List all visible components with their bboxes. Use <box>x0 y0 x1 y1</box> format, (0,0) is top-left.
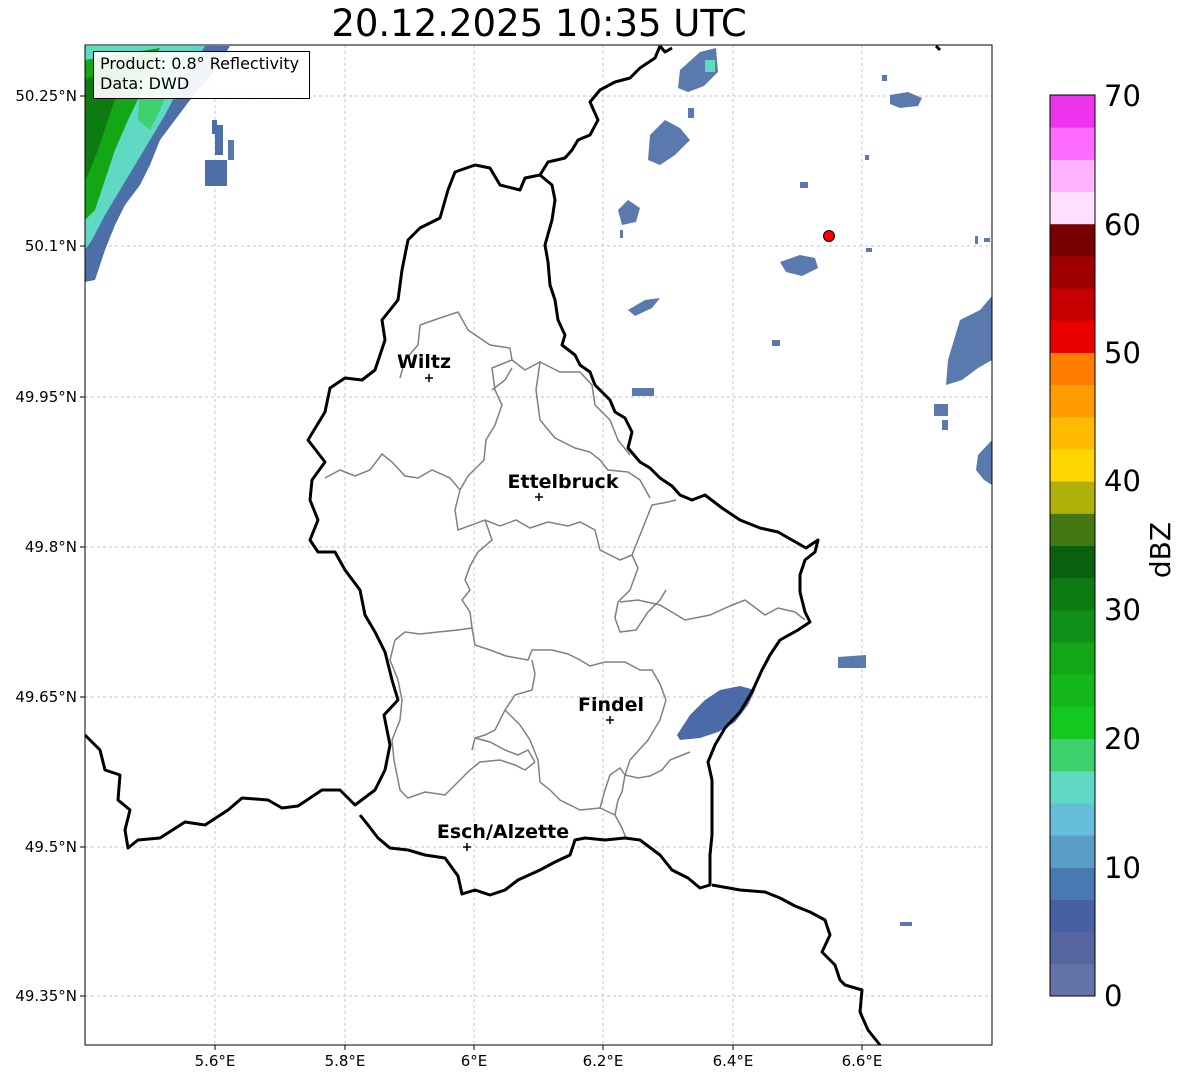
y-tick-label: 49.8°N <box>25 538 77 556</box>
colorbar-segment <box>1050 320 1095 353</box>
colorbar-segment <box>1050 899 1095 933</box>
y-axis: 50.25°N 50.1°N 49.95°N 49.8°N 49.65°N 49… <box>15 87 85 1005</box>
colorbar-segment <box>1050 963 1095 997</box>
colorbar-segment <box>1050 352 1095 386</box>
colorbar-segment <box>1050 448 1095 482</box>
colorbar-tick-label: 20 <box>1104 722 1141 756</box>
colorbar-segment <box>1050 802 1095 836</box>
colorbar-segment <box>1050 931 1095 965</box>
y-tick-label: 49.5°N <box>25 838 77 856</box>
colorbar-segment <box>1050 835 1095 868</box>
x-tick-label: 6.6°E <box>842 1052 883 1070</box>
x-tick-label: 6.2°E <box>583 1052 624 1070</box>
colorbar-segment <box>1050 384 1095 418</box>
plot-area <box>85 45 992 1045</box>
colorbar-tick-label: 30 <box>1104 593 1141 627</box>
colorbar-segment <box>1050 127 1095 160</box>
colorbar-tick-label: 70 <box>1104 79 1141 113</box>
colorbar-segment <box>1050 706 1095 740</box>
x-tick-label: 6°E <box>461 1052 488 1070</box>
colorbar-ticks: 0 10 20 30 40 50 60 70 <box>1104 79 1141 1013</box>
x-axis: 5.6°E 5.8°E 6°E 6.2°E 6.4°E 6.6°E <box>195 1045 883 1070</box>
radar-map: Wiltz Ettelbruck Findel Esch/Alzette 5.6… <box>15 44 1177 1070</box>
colorbar-segment <box>1050 513 1095 546</box>
y-tick-label: 49.65°N <box>15 688 77 706</box>
colorbar-segment <box>1050 481 1095 514</box>
colorbar-segment <box>1050 674 1095 707</box>
colorbar-segment <box>1050 95 1095 128</box>
x-tick-label: 5.6°E <box>195 1052 236 1070</box>
x-tick-label: 6.4°E <box>713 1052 754 1070</box>
colorbar-segment <box>1050 545 1095 579</box>
colorbar-segment <box>1050 416 1095 450</box>
colorbar-segment <box>1050 642 1095 675</box>
colorbar-segment <box>1050 255 1095 289</box>
city-label-esch-alzette: Esch/Alzette <box>437 821 569 843</box>
product-label: Product: 0.8° Reflectivity <box>100 54 300 73</box>
colorbar-segment <box>1050 770 1095 804</box>
x-tick-label: 5.8°E <box>325 1052 366 1070</box>
city-label-ettelbruck: Ettelbruck <box>508 471 619 493</box>
colorbar-segment <box>1050 867 1095 900</box>
y-tick-label: 49.95°N <box>15 388 77 406</box>
colorbar-tick-label: 60 <box>1104 208 1141 242</box>
colorbar-tick-label: 10 <box>1104 851 1141 885</box>
colorbar-segment <box>1050 288 1095 321</box>
colorbar-tick-label: 0 <box>1104 979 1122 1013</box>
colorbar-segment <box>1050 577 1095 611</box>
colorbar-segment <box>1050 738 1095 772</box>
colorbar-tick-label: 50 <box>1104 336 1141 370</box>
colorbar-segment <box>1050 609 1095 643</box>
colorbar-segment <box>1050 159 1095 193</box>
colorbar-segment <box>1050 223 1095 257</box>
y-tick-label: 50.25°N <box>15 87 77 105</box>
y-tick-label: 50.1°N <box>25 237 77 255</box>
colorbar <box>1050 95 1095 997</box>
city-label-findel: Findel <box>578 694 644 716</box>
city-label-wiltz: Wiltz <box>397 351 451 373</box>
colorbar-segment <box>1050 191 1095 225</box>
y-tick-label: 49.35°N <box>15 987 77 1005</box>
radar-site-marker <box>823 230 835 242</box>
product-info-box: Product: 0.8° Reflectivity Data: DWD <box>93 51 310 99</box>
colorbar-label: dBZ <box>1144 522 1177 578</box>
colorbar-tick-label: 40 <box>1104 464 1141 498</box>
data-source-label: Data: DWD <box>100 74 190 93</box>
